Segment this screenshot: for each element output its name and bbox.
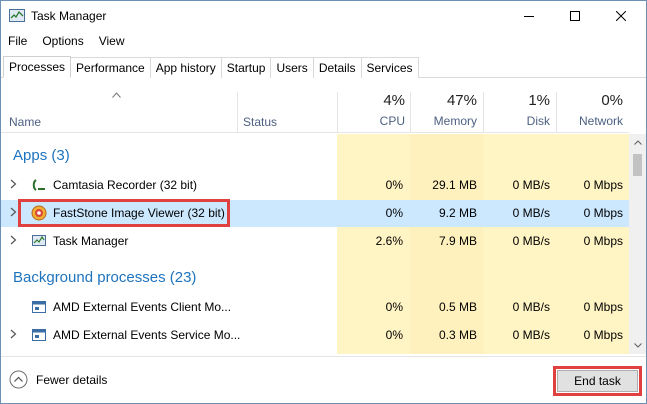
service-icon bbox=[32, 301, 46, 313]
maximize-button[interactable] bbox=[552, 1, 598, 31]
memory-label: Memory bbox=[433, 114, 477, 128]
column-name[interactable]: Name bbox=[9, 115, 41, 129]
tab-processes[interactable]: Processes bbox=[3, 56, 72, 78]
cpu-label: CPU bbox=[379, 114, 405, 128]
process-disk: 0 MB/s bbox=[512, 328, 550, 342]
process-cpu: 2.6% bbox=[375, 234, 403, 248]
menu-options[interactable]: Options bbox=[35, 32, 91, 52]
tab-services[interactable]: Services bbox=[361, 57, 419, 78]
process-disk: 0 MB/s bbox=[512, 178, 550, 192]
faststone-icon bbox=[31, 205, 47, 221]
process-row-task-manager[interactable]: Task Manager 2.6% 7.9 MB 0 MB/s 0 Mbps bbox=[1, 228, 629, 255]
end-task-button[interactable]: End task bbox=[557, 370, 638, 392]
process-cpu: 0% bbox=[385, 178, 403, 192]
maximize-icon bbox=[570, 11, 580, 21]
process-cpu: 0% bbox=[385, 300, 403, 314]
chevron-right-icon[interactable] bbox=[10, 235, 17, 245]
minimize-icon bbox=[524, 16, 534, 17]
process-row-faststone[interactable]: FastStone Image Viewer (32 bit) 0% 9.2 M… bbox=[1, 200, 629, 227]
process-network: 0 Mbps bbox=[583, 300, 623, 314]
process-network: 0 Mbps bbox=[583, 328, 623, 342]
process-row-amd-client[interactable]: AMD External Events Client Mo... 0% 0.5 … bbox=[1, 294, 629, 321]
menu-file[interactable]: File bbox=[1, 32, 35, 52]
disk-total-percent: 1% bbox=[528, 92, 550, 109]
column-separator[interactable] bbox=[237, 92, 238, 133]
close-button[interactable] bbox=[598, 1, 644, 31]
column-cpu[interactable]: 4% CPU bbox=[337, 92, 405, 128]
scrollbar-thumb[interactable] bbox=[633, 154, 642, 176]
service-icon bbox=[32, 329, 46, 341]
tab-details[interactable]: Details bbox=[313, 57, 362, 78]
process-cpu: 0% bbox=[385, 206, 403, 220]
process-disk: 0 MB/s bbox=[512, 300, 550, 314]
tab-app-history[interactable]: App history bbox=[150, 57, 222, 78]
menu-view[interactable]: View bbox=[92, 32, 133, 52]
chevron-up-circle-icon bbox=[9, 370, 28, 389]
column-memory[interactable]: 47% Memory bbox=[410, 92, 477, 128]
process-cpu: 0% bbox=[385, 328, 403, 342]
process-network: 0 Mbps bbox=[583, 178, 623, 192]
process-list: Apps (3) Camtasia Recorder (32 bit) 0% 2… bbox=[1, 134, 629, 354]
column-network[interactable]: 0% Network bbox=[556, 92, 623, 128]
process-memory: 0.5 MB bbox=[438, 300, 477, 314]
process-row-amd-service[interactable]: AMD External Events Service Mo... 0% 0.3… bbox=[1, 322, 629, 349]
fewer-details-label: Fewer details bbox=[36, 372, 108, 387]
process-network: 0 Mbps bbox=[583, 206, 623, 220]
process-disk: 0 MB/s bbox=[512, 234, 550, 248]
scroll-down-button[interactable] bbox=[629, 337, 646, 354]
group-header-apps[interactable]: Apps (3) bbox=[13, 147, 70, 164]
tab-startup[interactable]: Startup bbox=[221, 57, 272, 78]
process-disk: 0 MB/s bbox=[512, 206, 550, 220]
process-name: Camtasia Recorder (32 bit) bbox=[53, 178, 198, 192]
camtasia-icon bbox=[32, 179, 45, 191]
cpu-total-percent: 4% bbox=[383, 92, 405, 109]
process-row-camtasia[interactable]: Camtasia Recorder (32 bit) 0% 29.1 MB 0 … bbox=[1, 172, 629, 199]
process-network: 0 Mbps bbox=[583, 234, 623, 248]
tab-users[interactable]: Users bbox=[271, 57, 314, 78]
sort-ascending-icon[interactable] bbox=[112, 92, 121, 98]
column-status[interactable]: Status bbox=[243, 115, 277, 129]
group-header-background[interactable]: Background processes (23) bbox=[13, 269, 196, 286]
scroll-up-icon bbox=[633, 140, 642, 145]
network-total-percent: 0% bbox=[601, 92, 623, 109]
process-memory: 7.9 MB bbox=[438, 234, 477, 248]
scroll-down-icon bbox=[633, 343, 642, 348]
chevron-right-icon[interactable] bbox=[10, 329, 17, 339]
process-name: AMD External Events Service Mo... bbox=[53, 328, 241, 342]
process-memory: 9.2 MB bbox=[438, 206, 477, 220]
window-title: Task Manager bbox=[31, 9, 107, 23]
column-disk[interactable]: 1% Disk bbox=[483, 92, 550, 128]
chevron-right-icon[interactable] bbox=[10, 179, 17, 189]
process-name: FastStone Image Viewer (32 bit) bbox=[53, 206, 225, 220]
column-header: Name Status 4% CPU 47% Memory 1% Disk 0%… bbox=[1, 78, 629, 133]
taskmanager-icon bbox=[32, 235, 46, 246]
menu-bar: File Options View bbox=[1, 32, 133, 52]
process-memory: 0.3 MB bbox=[438, 328, 477, 342]
fewer-details-button[interactable]: Fewer details bbox=[9, 370, 107, 389]
disk-label: Disk bbox=[526, 114, 550, 128]
task-manager-window: Task Manager File Options View Processes… bbox=[0, 0, 647, 404]
close-icon bbox=[616, 11, 626, 21]
process-memory: 29.1 MB bbox=[432, 178, 477, 192]
tab-performance[interactable]: Performance bbox=[71, 57, 151, 78]
chevron-right-icon[interactable] bbox=[10, 207, 17, 217]
minimize-button[interactable] bbox=[506, 1, 552, 31]
footer-bar: Fewer details End task bbox=[1, 356, 646, 403]
task-manager-app-icon bbox=[9, 9, 25, 22]
process-name: AMD External Events Client Mo... bbox=[53, 300, 232, 314]
process-name: Task Manager bbox=[53, 234, 129, 248]
title-bar: Task Manager bbox=[1, 1, 646, 31]
tab-strip: Processes Performance App history Startu… bbox=[3, 56, 419, 78]
memory-total-percent: 47% bbox=[446, 92, 477, 109]
network-label: Network bbox=[578, 114, 623, 128]
scroll-up-button[interactable] bbox=[629, 134, 646, 151]
vertical-scrollbar[interactable] bbox=[629, 134, 646, 354]
